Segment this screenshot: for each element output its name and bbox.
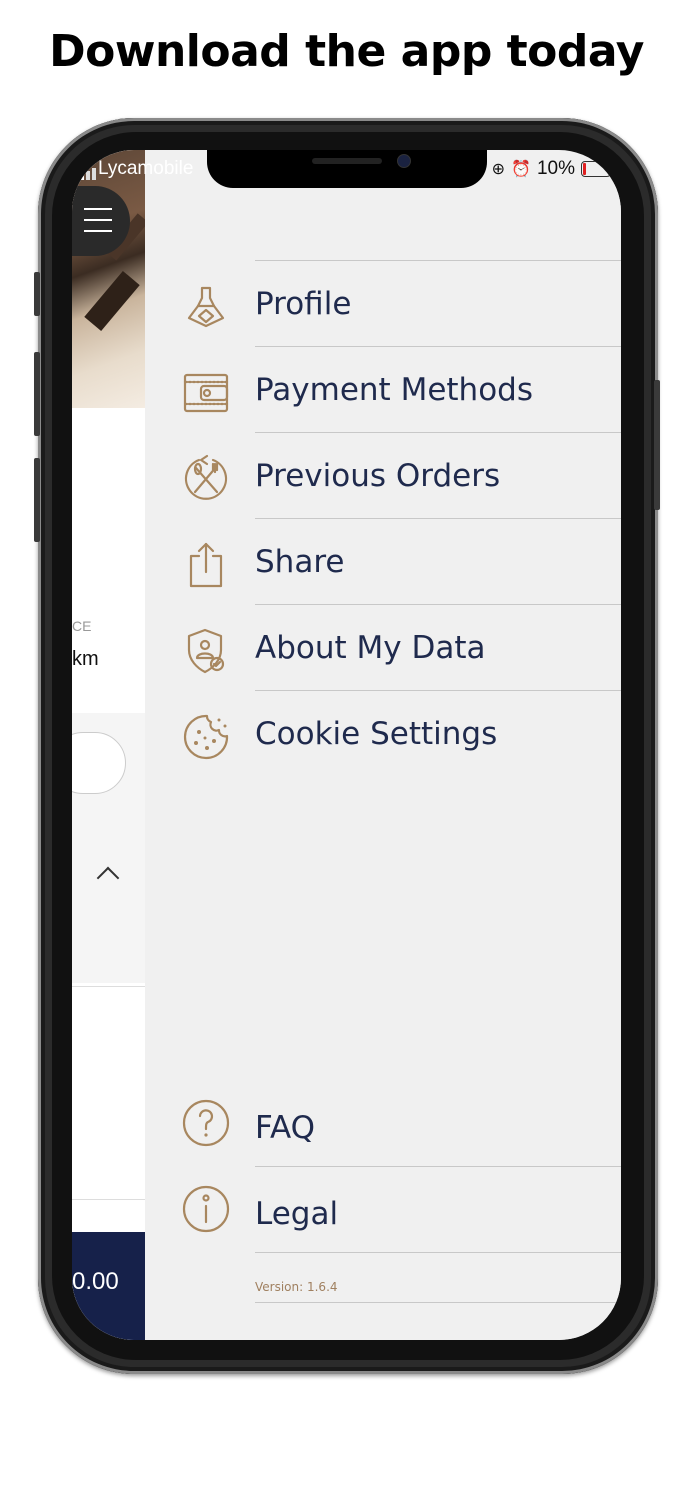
phone-volume-down (34, 458, 40, 542)
app-version: Version: 1.6.4 (255, 1280, 338, 1294)
info-icon (182, 1185, 230, 1233)
menu-item-share[interactable]: Share (145, 520, 621, 605)
menu-item-faq[interactable]: FAQ (145, 1086, 621, 1171)
menu-item-label: Previous Orders (255, 458, 501, 494)
menu-divider (255, 1252, 621, 1253)
basket-section (72, 986, 145, 1200)
distance-caption: CE (72, 618, 92, 634)
alarm-icon: ⏰ (511, 161, 531, 178)
menu-divider (255, 1166, 621, 1167)
menu-item-label: Cookie Settings (255, 716, 498, 752)
battery-percent: 10% (536, 158, 575, 179)
question-icon (182, 1099, 230, 1147)
menu-divider (255, 1302, 621, 1303)
profile-icon (187, 286, 225, 328)
share-icon (189, 542, 223, 588)
menu-item-legal[interactable]: Legal (145, 1172, 621, 1257)
phone-screen: CE km 0.00 Profile Payment Methods Previ… (72, 150, 621, 1340)
phone-power-button (654, 380, 660, 510)
phone-notch (207, 150, 487, 188)
menu-divider (255, 518, 621, 519)
status-right: ⊕ ⏰ 10% (492, 158, 611, 180)
side-menu-drawer: Profile Payment Methods Previous Orders … (145, 184, 621, 1340)
phone-silent-switch (34, 272, 40, 316)
battery-icon (581, 161, 611, 177)
menu-item-label: Payment Methods (255, 372, 533, 408)
menu-divider (255, 260, 621, 261)
data-shield-icon (187, 628, 225, 674)
total-amount: 0.00 (72, 1268, 119, 1295)
menu-item-label: About My Data (255, 630, 486, 666)
menu-item-label: Profile (255, 286, 352, 322)
menu-divider (255, 432, 621, 433)
menu-divider (255, 346, 621, 347)
cookie-icon (183, 714, 229, 760)
menu-item-about-my-data[interactable]: About My Data (145, 606, 621, 691)
menu-item-payment-methods[interactable]: Payment Methods (145, 348, 621, 433)
menu-item-label: Legal (255, 1196, 339, 1232)
menu-item-label: Share (255, 544, 345, 580)
underlying-app: CE km 0.00 (72, 150, 145, 1340)
signal-icon (80, 174, 84, 180)
page-headline: Download the app today (49, 26, 644, 77)
menu-item-previous-orders[interactable]: Previous Orders (145, 434, 621, 519)
carrier-label: Lycamobile (80, 158, 193, 180)
menu-item-profile[interactable]: Profile (145, 262, 621, 347)
menu-item-label: FAQ (255, 1110, 316, 1146)
previous-orders-icon (184, 454, 228, 500)
menu-divider (255, 604, 621, 605)
rotation-lock-icon: ⊕ (491, 161, 506, 178)
menu-divider (255, 690, 621, 691)
checkout-bar[interactable]: 0.00 (72, 1232, 145, 1340)
status-bar: Lycamobile ⊕ ⏰ 10% (72, 150, 621, 188)
wallet-icon (183, 373, 229, 413)
menu-item-cookie-settings[interactable]: Cookie Settings (145, 692, 621, 777)
phone-volume-up (34, 352, 40, 436)
distance-value: km (72, 648, 99, 670)
